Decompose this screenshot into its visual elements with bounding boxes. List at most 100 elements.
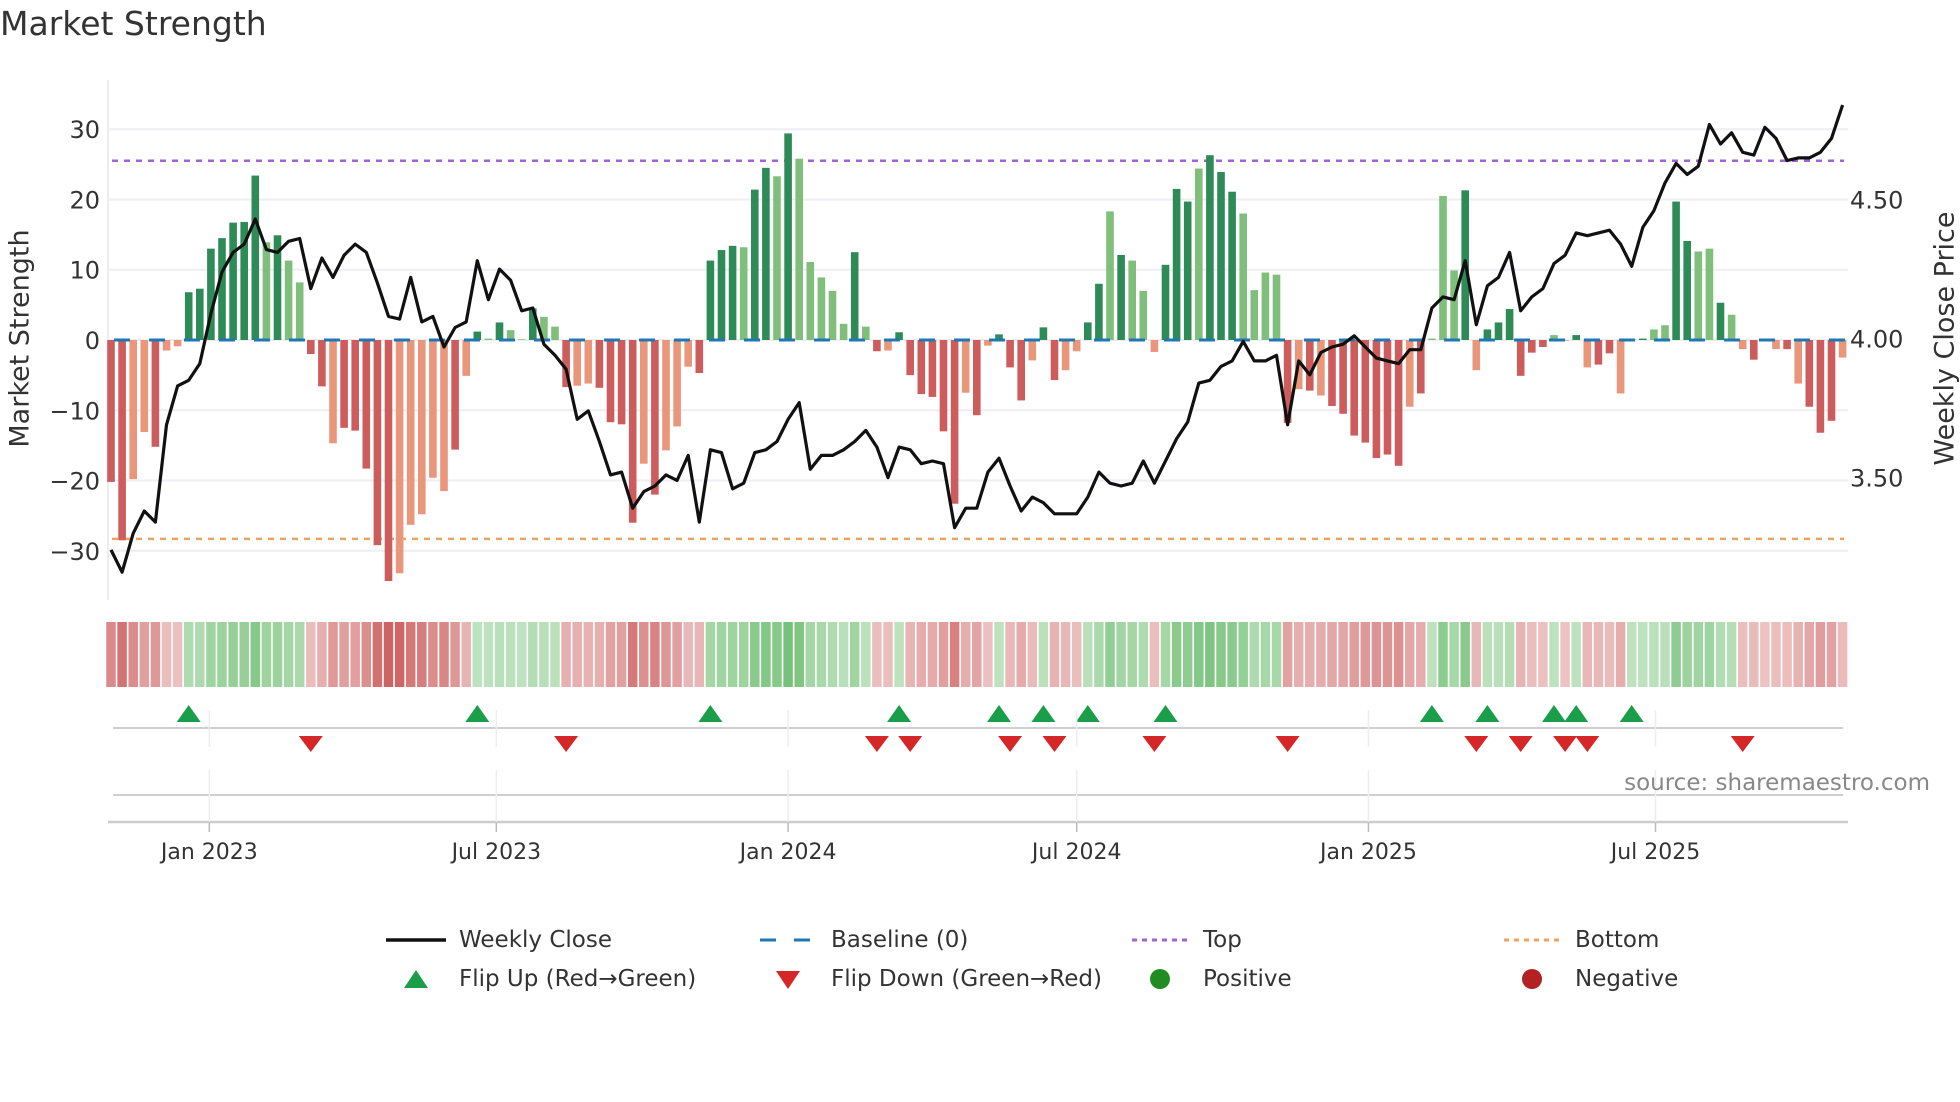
strength-bar <box>850 252 859 340</box>
legend-baseline: Baseline (0) <box>757 925 968 955</box>
strip-cell <box>838 622 849 687</box>
strip-cell <box>1338 622 1348 687</box>
strip-cell <box>250 622 261 687</box>
strip-cell <box>983 622 993 687</box>
dashed-line-swatch-icon <box>757 925 819 955</box>
strength-bar <box>1239 213 1247 340</box>
strip-cell <box>750 622 760 687</box>
strip-cell <box>1538 622 1548 687</box>
strength-bar <box>1117 254 1125 340</box>
legend-weekly-close: Weekly Close <box>385 925 612 955</box>
strip-cell <box>1826 622 1837 687</box>
strip-cell <box>938 622 949 687</box>
strip-cell <box>1205 622 1215 687</box>
strip-cell <box>117 622 127 687</box>
x-tick-label: Jul 2025 <box>1609 840 1701 865</box>
strength-bar <box>495 322 504 340</box>
strip-cell <box>1083 622 1093 687</box>
strip-cell <box>439 622 449 687</box>
strength-bar <box>1072 340 1081 352</box>
strip-cell <box>650 622 660 687</box>
legend-flip-down: Flip Down (Green→Red) <box>757 964 1102 994</box>
y-tick-label: −20 <box>49 468 100 496</box>
strip-cell <box>294 622 305 687</box>
strength-bar <box>1705 248 1714 340</box>
strip-cell <box>472 622 483 687</box>
strip-cell <box>1804 622 1815 687</box>
strip-cell <box>772 622 782 687</box>
y2-axis-label: Weekly Close Price <box>1929 211 1960 466</box>
y2-tick-label: 4.00 <box>1850 326 1903 354</box>
strip-cell <box>883 622 893 687</box>
strength-bar <box>1128 260 1136 340</box>
dotted-line-swatch-icon <box>1501 925 1563 955</box>
strip-cell <box>1005 622 1015 687</box>
strength-bar <box>751 189 759 340</box>
strip-cell <box>1793 622 1803 687</box>
strength-heat-strip <box>106 622 1848 687</box>
strip-cell <box>1837 622 1848 687</box>
flip-up-marker <box>1475 705 1500 722</box>
strength-bar <box>484 338 493 340</box>
strip-cell <box>972 622 982 687</box>
strength-bar <box>640 340 648 464</box>
flip-down-marker <box>1553 736 1578 752</box>
strip-cell <box>283 622 294 687</box>
strip-cell <box>1227 622 1237 687</box>
x-tick-label: Jul 2024 <box>1030 840 1122 865</box>
strip-cell <box>1371 622 1382 687</box>
strength-bar <box>939 340 948 432</box>
strength-bar <box>218 238 226 340</box>
strip-cell <box>1027 622 1038 687</box>
strip-cell <box>1737 622 1748 687</box>
strip-cell <box>861 622 871 687</box>
strip-cell <box>217 622 227 687</box>
strength-bar <box>1339 340 1347 414</box>
strength-bar <box>1183 201 1192 340</box>
flip-down-marker <box>298 736 323 752</box>
flip-up-marker <box>987 705 1011 722</box>
strip-cell <box>1249 622 1260 687</box>
flip-down-marker <box>864 736 889 752</box>
strip-cell <box>761 622 771 687</box>
strength-bar <box>1738 340 1747 350</box>
strip-cell <box>1726 622 1737 687</box>
strength-bar <box>1494 322 1503 340</box>
strength-bar <box>1605 340 1614 354</box>
strip-cell <box>1360 622 1371 687</box>
strip-cell <box>494 622 505 687</box>
legend-top: Top <box>1129 925 1242 955</box>
strength-bar <box>1161 264 1170 340</box>
strength-bar <box>862 326 870 340</box>
strip-cell <box>849 622 860 687</box>
y-tick-label: −10 <box>49 397 100 425</box>
flip-markers <box>113 705 1843 796</box>
strength-bar <box>1061 340 1070 371</box>
strip-cell <box>516 622 527 687</box>
legend-positive: Positive <box>1129 964 1292 994</box>
strength-bar <box>340 340 348 428</box>
strip-cell <box>1549 622 1559 687</box>
y-axis-label: Market Strength <box>4 229 36 448</box>
strength-bar <box>1250 290 1259 340</box>
legend-label: Bottom <box>1575 927 1660 953</box>
strength-bar <box>1650 329 1658 340</box>
strength-bar <box>1361 340 1370 443</box>
strip-cell <box>1349 622 1359 687</box>
x-tick-label: Jan 2024 <box>738 840 837 865</box>
strip-cell <box>1393 622 1404 687</box>
strip-cell <box>916 622 927 687</box>
strength-bars <box>107 133 1847 582</box>
strength-bar <box>595 340 604 388</box>
strength-bar <box>1206 155 1214 340</box>
strip-cell <box>1782 622 1792 687</box>
strength-bar <box>395 340 404 574</box>
strength-bar <box>1084 322 1092 340</box>
strip-cell <box>572 622 582 687</box>
strength-bar <box>1794 340 1802 384</box>
flip-down-marker <box>1042 736 1067 752</box>
strength-bar <box>1228 191 1236 340</box>
dotted-line-swatch-icon <box>1129 925 1191 955</box>
strength-bar <box>151 340 160 447</box>
strip-cell <box>1760 622 1770 687</box>
